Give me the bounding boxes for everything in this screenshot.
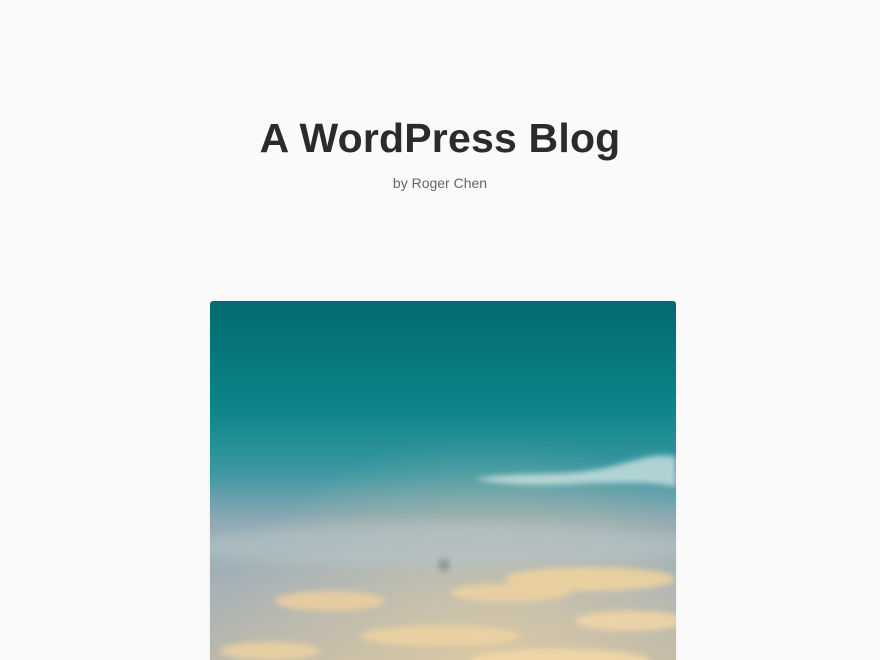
featured-image[interactable] xyxy=(210,301,676,660)
sky-photo xyxy=(210,301,676,660)
site-byline: by Roger Chen xyxy=(392,175,488,191)
site-title[interactable]: A WordPress Blog xyxy=(0,112,880,164)
page: A WordPress Blog by Roger Chen xyxy=(0,0,880,660)
site-header: A WordPress Blog by Roger Chen xyxy=(0,112,880,192)
